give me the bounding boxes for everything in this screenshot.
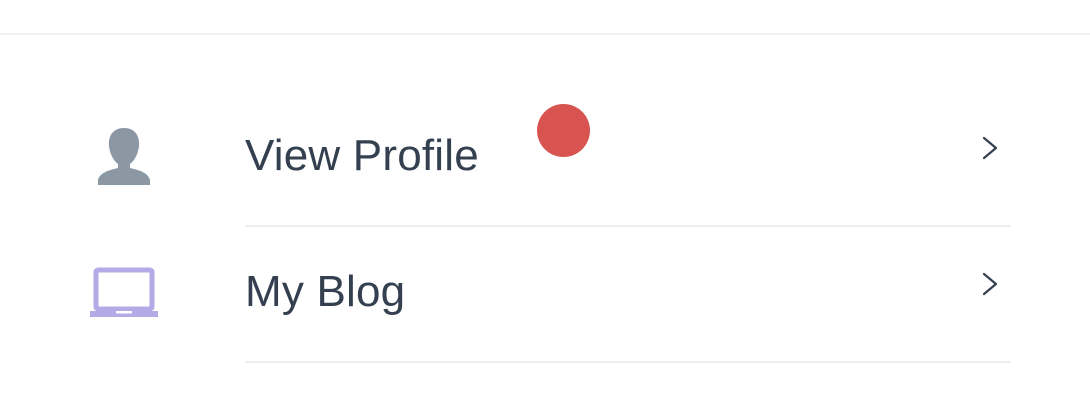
chevron-right-icon xyxy=(978,132,1002,166)
chevron-right-icon xyxy=(978,268,1002,302)
menu-item-label: My Blog xyxy=(245,267,406,316)
laptop-icon xyxy=(88,258,160,328)
row-divider xyxy=(245,361,1011,363)
row-divider xyxy=(245,225,1011,227)
top-divider xyxy=(0,33,1090,35)
menu-item-label: View Profile xyxy=(245,131,479,180)
menu-screen: View Profile My Blog xyxy=(0,0,1090,400)
user-silhouette-icon xyxy=(88,122,160,192)
touch-indicator xyxy=(537,104,590,157)
menu-item-my-blog[interactable]: My Blog xyxy=(0,228,1090,363)
